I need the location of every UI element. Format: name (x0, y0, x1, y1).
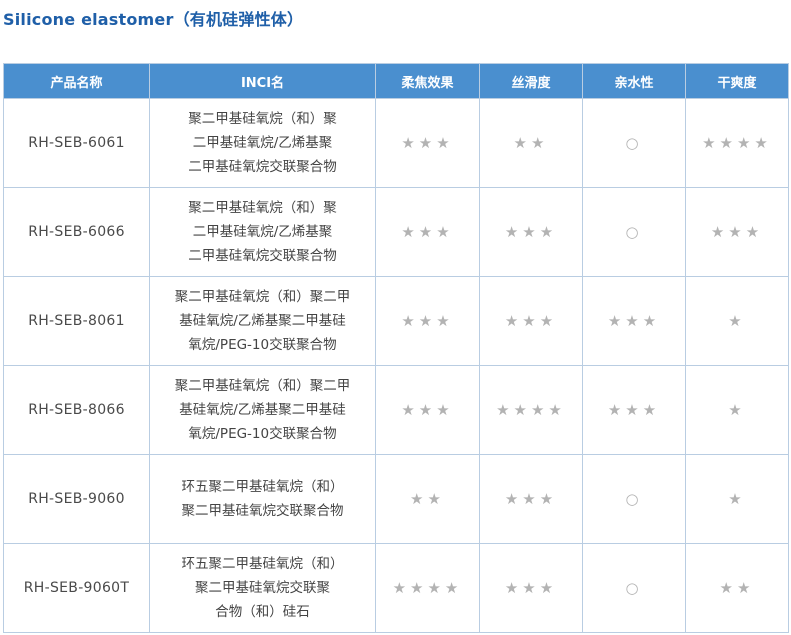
dryness-rating: ★ (685, 365, 789, 455)
inci-line: 基硅氧烷/乙烯基聚二甲基硅 (179, 313, 346, 329)
inci-line: 基硅氧烷/乙烯基聚二甲基硅 (179, 402, 346, 418)
inci-line: 聚二甲基硅氧烷（和）聚二甲 (174, 378, 351, 394)
inci-line: 合物（和）硅石 (215, 604, 310, 620)
inci-line: 聚二甲基硅氧烷交联聚 (195, 580, 330, 596)
column-header-inci-name: INCI名 (149, 63, 376, 99)
hydrophilicity-rating: ○ (582, 454, 686, 544)
product-name-cell: RH-SEB-8061 (3, 276, 150, 366)
column-header-silkiness: 丝滑度 (479, 63, 583, 99)
silkiness-rating: ★★★ (479, 454, 583, 544)
column-header-hydrophilicity: 亲水性 (582, 63, 686, 99)
silkiness-rating: ★★★ (479, 543, 583, 633)
product-name-cell: RH-SEB-8066 (3, 365, 150, 455)
inci-name-cell: 环五聚二甲基硅氧烷（和） 聚二甲基硅氧烷交联聚合物 (149, 454, 376, 544)
inci-name-cell: 环五聚二甲基硅氧烷（和） 聚二甲基硅氧烷交联聚 合物（和）硅石 (149, 543, 376, 633)
hydrophilicity-rating: ○ (582, 98, 686, 188)
inci-line: 环五聚二甲基硅氧烷（和） (181, 556, 344, 572)
product-name-cell: RH-SEB-6061 (3, 98, 150, 188)
inci-line: 二甲基硅氧烷交联聚合物 (188, 248, 337, 264)
silkiness-rating: ★★ (479, 98, 583, 188)
inci-line: 氧烷/PEG-10交联聚合物 (188, 426, 337, 442)
table-row: RH-SEB-8061 聚二甲基硅氧烷（和）聚二甲 基硅氧烷/乙烯基聚二甲基硅 氧烷… (3, 276, 789, 366)
table-row: RH-SEB-6066 聚二甲基硅氧烷（和）聚 二甲基硅氧烷/乙烯基聚 二甲基硅氧烷… (3, 187, 789, 277)
dryness-rating: ★ (685, 276, 789, 366)
product-name-cell: RH-SEB-6066 (3, 187, 150, 277)
soft-focus-rating: ★★★ (375, 276, 480, 366)
soft-focus-rating: ★★★ (375, 98, 480, 188)
dryness-rating: ★★★ (685, 187, 789, 277)
soft-focus-rating: ★★★★ (375, 543, 480, 633)
dryness-rating: ★ (685, 454, 789, 544)
table-row: RH-SEB-9060 环五聚二甲基硅氧烷（和） 聚二甲基硅氧烷交联聚合物 ★★ … (3, 454, 789, 544)
silkiness-rating: ★★★ (479, 187, 583, 277)
table-row: RH-SEB-6061 聚二甲基硅氧烷（和）聚 二甲基硅氧烷/乙烯基聚 二甲基硅氧烷… (3, 98, 789, 188)
inci-line: 聚二甲基硅氧烷（和）聚 (188, 200, 337, 216)
dryness-rating: ★★★★ (685, 98, 789, 188)
inci-line: 二甲基硅氧烷/乙烯基聚 (192, 135, 333, 151)
inci-line: 聚二甲基硅氧烷（和）聚二甲 (174, 289, 351, 305)
inci-line: 氧烷/PEG-10交联聚合物 (188, 337, 337, 353)
page-title: Silicone elastomer（有机硅弹性体） (3, 10, 304, 29)
hydrophilicity-rating: ★★★ (582, 365, 686, 455)
hydrophilicity-rating: ★★★ (582, 276, 686, 366)
column-header-product-name: 产品名称 (3, 63, 150, 99)
inci-line: 环五聚二甲基硅氧烷（和） (181, 479, 344, 495)
hydrophilicity-rating: ○ (582, 187, 686, 277)
inci-name-cell: 聚二甲基硅氧烷（和）聚二甲 基硅氧烷/乙烯基聚二甲基硅 氧烷/PEG-10交联聚合物 (149, 365, 376, 455)
table-header-row: 产品名称 INCI名 柔焦效果 丝滑度 亲水性 干爽度 (3, 63, 789, 99)
silkiness-rating: ★★★ (479, 276, 583, 366)
inci-line: 二甲基硅氧烷交联聚合物 (188, 159, 337, 175)
silkiness-rating: ★★★★ (479, 365, 583, 455)
column-header-soft-focus: 柔焦效果 (375, 63, 480, 99)
inci-name-cell: 聚二甲基硅氧烷（和）聚 二甲基硅氧烷/乙烯基聚 二甲基硅氧烷交联聚合物 (149, 98, 376, 188)
soft-focus-rating: ★★★ (375, 187, 480, 277)
inci-line: 聚二甲基硅氧烷（和）聚 (188, 111, 337, 127)
dryness-rating: ★★ (685, 543, 789, 633)
inci-name-cell: 聚二甲基硅氧烷（和）聚二甲 基硅氧烷/乙烯基聚二甲基硅 氧烷/PEG-10交联聚合物 (149, 276, 376, 366)
table-row: RH-SEB-8066 聚二甲基硅氧烷（和）聚二甲 基硅氧烷/乙烯基聚二甲基硅 氧烷… (3, 365, 789, 455)
table-row: RH-SEB-9060T 环五聚二甲基硅氧烷（和） 聚二甲基硅氧烷交联聚 合物（和）… (3, 543, 789, 633)
hydrophilicity-rating: ○ (582, 543, 686, 633)
product-name-cell: RH-SEB-9060 (3, 454, 150, 544)
soft-focus-rating: ★★ (375, 454, 480, 544)
inci-line: 二甲基硅氧烷/乙烯基聚 (192, 224, 333, 240)
product-spec-table: 产品名称 INCI名 柔焦效果 丝滑度 亲水性 干爽度 RH-SEB-6061 … (3, 63, 789, 633)
inci-line: 聚二甲基硅氧烷交联聚合物 (181, 503, 344, 519)
column-header-dryness: 干爽度 (685, 63, 789, 99)
product-name-cell: RH-SEB-9060T (3, 543, 150, 633)
soft-focus-rating: ★★★ (375, 365, 480, 455)
inci-name-cell: 聚二甲基硅氧烷（和）聚 二甲基硅氧烷/乙烯基聚 二甲基硅氧烷交联聚合物 (149, 187, 376, 277)
